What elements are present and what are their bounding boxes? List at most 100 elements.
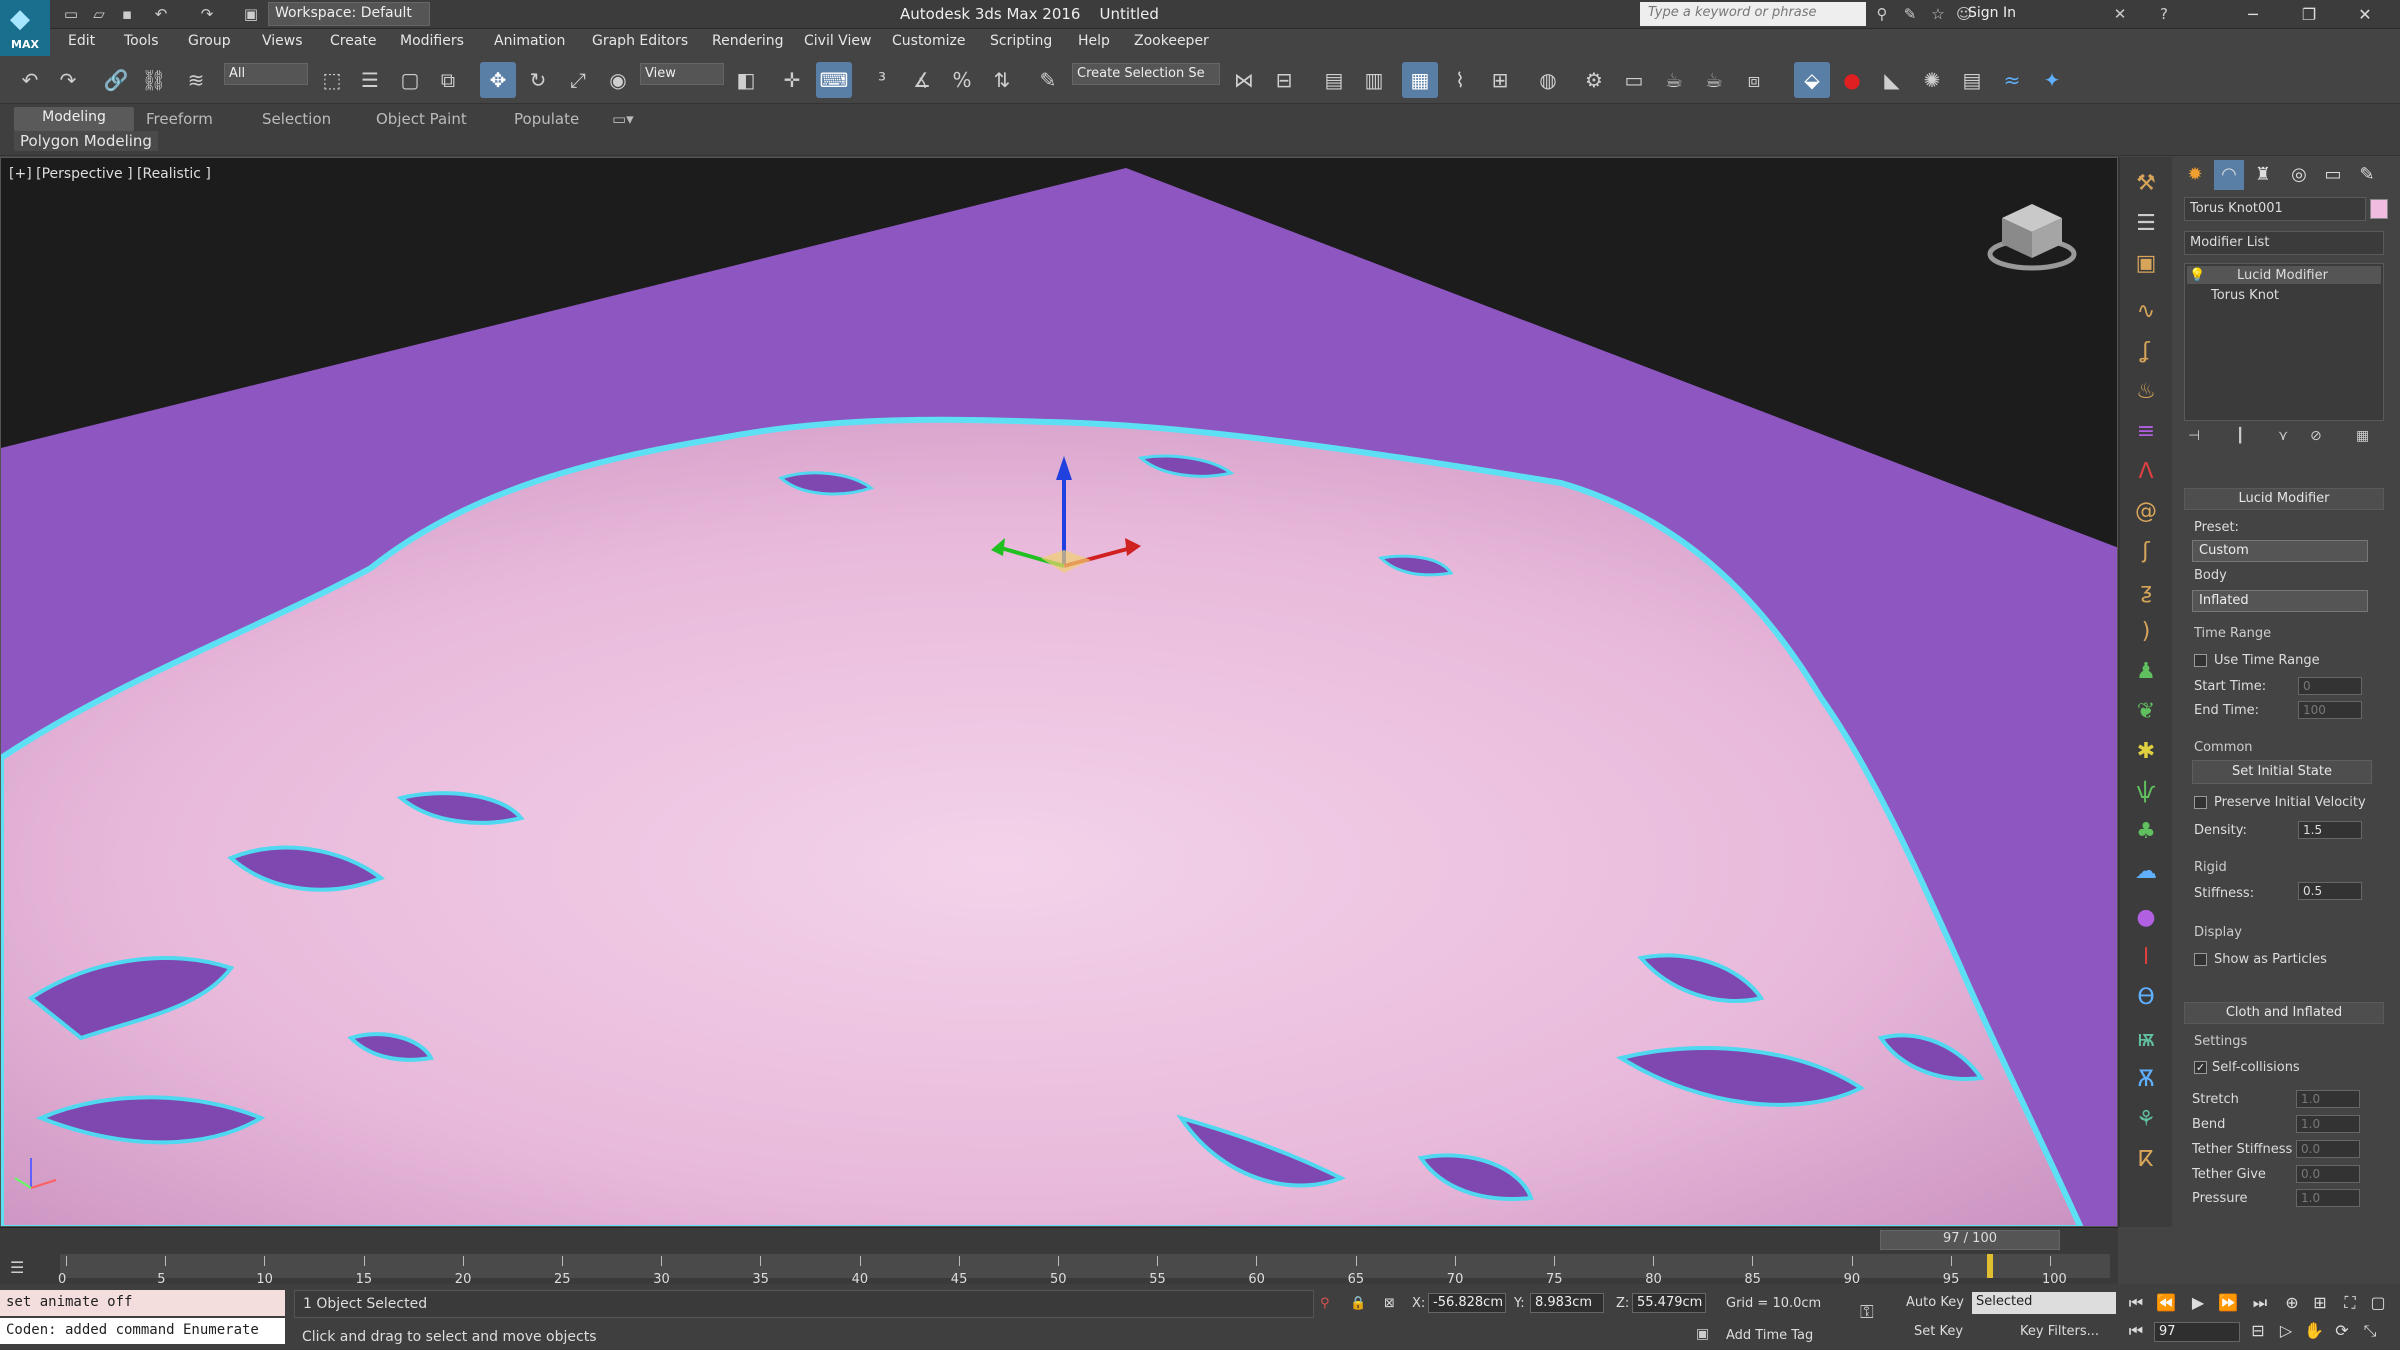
record-icon[interactable]: ● bbox=[1834, 62, 1870, 98]
align-icon[interactable]: ⊟ bbox=[1266, 62, 1302, 98]
motion-tab-icon[interactable]: ◎ bbox=[2284, 160, 2314, 190]
end-time-spinner[interactable]: 100 bbox=[2298, 701, 2362, 719]
schematic-view-icon[interactable]: ⊞ bbox=[1482, 62, 1518, 98]
app-logo[interactable]: ◆ MAX bbox=[0, 0, 50, 56]
percent-snap-icon[interactable]: % bbox=[944, 62, 980, 98]
menu-scripting[interactable]: Scripting bbox=[990, 33, 1052, 49]
z-coord-field[interactable]: 55.479cm bbox=[1632, 1293, 1706, 1313]
make-unique-icon[interactable]: ⋎ bbox=[2278, 428, 2288, 444]
render-iterative-icon[interactable]: ☕ bbox=[1696, 62, 1732, 98]
render-production-icon[interactable]: ☕ bbox=[1656, 62, 1692, 98]
configure-sets-icon[interactable]: ▦ bbox=[2356, 428, 2369, 444]
auto-key-button[interactable]: Auto Key bbox=[1906, 1295, 1964, 1310]
self-collisions-checkbox[interactable]: ✓ bbox=[2194, 1061, 2207, 1074]
tool-strip-grass-icon[interactable]: ѱ bbox=[2126, 774, 2166, 810]
pan-view-icon[interactable]: ✋ bbox=[2300, 1318, 2328, 1344]
pressure-spinner[interactable]: 1.0 bbox=[2296, 1189, 2360, 1207]
show-particles-checkbox[interactable] bbox=[2194, 953, 2207, 966]
render-setup-icon[interactable]: ⚙ bbox=[1576, 62, 1612, 98]
tool-strip-box-icon[interactable]: ▣ bbox=[2126, 246, 2166, 282]
menu-help[interactable]: Help bbox=[1078, 33, 1110, 49]
y-coord-field[interactable]: 8.983cm bbox=[1530, 1293, 1604, 1313]
tool-strip-swirl-icon[interactable]: Ѳ bbox=[2126, 980, 2166, 1016]
menu-edit[interactable]: Edit bbox=[68, 33, 95, 49]
favorites-icon[interactable]: ☆ bbox=[1926, 3, 1950, 25]
viewcube-icon[interactable] bbox=[1987, 196, 2077, 276]
x-coord-field[interactable]: -56.828cm bbox=[1428, 1293, 1506, 1313]
density-spinner[interactable]: 1.5 bbox=[2298, 821, 2362, 839]
tool-strip-star-icon[interactable]: ✱ bbox=[2126, 734, 2166, 770]
menu-modifiers[interactable]: Modifiers bbox=[400, 33, 464, 49]
absolute-relative-icon[interactable]: ⊠ bbox=[1384, 1296, 1395, 1311]
tool-strip-fur-icon[interactable]: ѭ bbox=[2126, 1022, 2166, 1058]
angle-snap-icon[interactable]: ∡ bbox=[904, 62, 940, 98]
tool-strip-tree-icon[interactable]: ♣ bbox=[2126, 814, 2166, 850]
key-filters-button[interactable]: Key Filters... bbox=[2020, 1324, 2099, 1339]
remove-modifier-icon[interactable]: ⊘ bbox=[2310, 428, 2322, 444]
tool-strip-layer-icon[interactable]: ≡ bbox=[2126, 414, 2166, 450]
tether-give-spinner[interactable]: 0.0 bbox=[2296, 1165, 2360, 1183]
menu-views[interactable]: Views bbox=[262, 33, 303, 49]
unlink-icon[interactable]: ⛓ bbox=[136, 62, 172, 98]
search-input[interactable]: Type a keyword or phrase bbox=[1640, 2, 1866, 26]
rendered-frame-icon[interactable]: ▭ bbox=[1616, 62, 1652, 98]
sign-in-button[interactable]: Sign In bbox=[1968, 5, 2016, 21]
exchange-icon[interactable]: ✕ bbox=[2108, 3, 2132, 25]
current-frame-field[interactable]: 97 bbox=[2154, 1322, 2240, 1342]
rollout-lucid-modifier[interactable]: Lucid Modifier bbox=[2184, 488, 2384, 510]
bind-space-warp-icon[interactable]: ≋ bbox=[178, 62, 214, 98]
select-by-name-icon[interactable]: ☰ bbox=[352, 62, 388, 98]
tab-object-paint[interactable]: Object Paint bbox=[376, 108, 467, 130]
render-online-icon[interactable]: ⧈ bbox=[1736, 62, 1772, 98]
zoom-icon[interactable]: ⊕ bbox=[2278, 1290, 2306, 1316]
save-file-icon[interactable]: ▪ bbox=[116, 3, 138, 25]
time-slider[interactable]: 97 / 100 bbox=[1880, 1230, 2060, 1250]
tool-strip-pin-icon[interactable]: ⅼ bbox=[2126, 940, 2166, 976]
set-key-button[interactable]: Set Key bbox=[1914, 1324, 1963, 1339]
stack-item-lucid[interactable]: Lucid Modifier bbox=[2237, 268, 2328, 283]
redo-icon[interactable]: ↷ bbox=[196, 3, 218, 25]
menu-group[interactable]: Group bbox=[188, 33, 231, 49]
edit-named-sets-icon[interactable]: ✎ bbox=[1030, 62, 1066, 98]
minimize-button[interactable]: ─ bbox=[2230, 0, 2276, 29]
material-editor-icon[interactable]: ◍ bbox=[1530, 62, 1566, 98]
tool-strip-figure-icon[interactable]: ♟ bbox=[2126, 654, 2166, 690]
polygon-modeling-panel[interactable]: Polygon Modeling bbox=[14, 131, 158, 151]
tool-strip-hammer-icon[interactable]: ⚒ bbox=[2126, 166, 2166, 202]
menu-civil-view[interactable]: Civil View bbox=[804, 33, 871, 49]
maxscript-listener-output[interactable]: set animate off bbox=[0, 1290, 285, 1316]
keyboard-shortcut-icon[interactable]: ⌨ bbox=[816, 62, 852, 98]
tool-strip-wave-icon[interactable]: ☁ bbox=[2126, 854, 2166, 890]
tool-strip-leaf-icon[interactable]: ❦ bbox=[2126, 694, 2166, 730]
tool-strip-bend-icon[interactable]: ∿ bbox=[2126, 294, 2166, 330]
select-manipulate-icon[interactable]: ✛ bbox=[774, 62, 810, 98]
menu-graph-editors[interactable]: Graph Editors bbox=[592, 33, 688, 49]
reference-coord-dropdown[interactable]: View bbox=[640, 63, 724, 85]
selection-filter-dropdown[interactable]: All bbox=[224, 63, 308, 85]
mini-curve-editor-icon[interactable]: ☰ bbox=[10, 1258, 24, 1277]
perspective-viewport[interactable]: [+] [Perspective ] [Realistic ] bbox=[0, 157, 2118, 1227]
select-object-icon[interactable]: ⬚ bbox=[314, 62, 350, 98]
menu-animation[interactable]: Animation bbox=[494, 33, 565, 49]
pin-stack-icon[interactable]: ⊣ bbox=[2188, 428, 2200, 444]
key-icon[interactable]: ⚿ bbox=[1860, 1302, 1874, 1323]
spinner-snap-icon[interactable]: ⇅ bbox=[984, 62, 1020, 98]
lock-selection-icon[interactable]: 🔒 bbox=[1350, 1296, 1366, 1311]
binoculars-icon[interactable]: ⚲ bbox=[1870, 3, 1894, 25]
use-time-range-checkbox[interactable] bbox=[2194, 654, 2207, 667]
set-initial-state-button[interactable]: Set Initial State bbox=[2192, 760, 2372, 784]
menu-zookeeper[interactable]: Zookeeper bbox=[1134, 33, 1209, 49]
rollout-cloth-inflated[interactable]: Cloth and Inflated bbox=[2184, 1002, 2384, 1024]
tool-strip-rope-icon[interactable]: ƺ bbox=[2126, 574, 2166, 610]
object-color-swatch[interactable] bbox=[2370, 199, 2388, 219]
object-name-field[interactable]: Torus Knot001 bbox=[2184, 197, 2366, 221]
create-tab-icon[interactable]: ✹ bbox=[2180, 160, 2210, 190]
scene-explorer-icon[interactable]: ▥ bbox=[1356, 62, 1392, 98]
subscription-icon[interactable]: ✎ bbox=[1898, 3, 1922, 25]
redo-icon[interactable]: ↷ bbox=[50, 62, 86, 98]
viewport-label[interactable]: [+] [Perspective ] [Realistic ] bbox=[9, 166, 211, 182]
zoom-all-icon[interactable]: ⊞ bbox=[2306, 1290, 2334, 1316]
goto-end-icon[interactable]: ⏭ bbox=[2246, 1290, 2274, 1316]
undo-icon[interactable]: ↶ bbox=[12, 62, 48, 98]
tool-strip-curve-icon[interactable]: ʃ bbox=[2126, 534, 2166, 570]
